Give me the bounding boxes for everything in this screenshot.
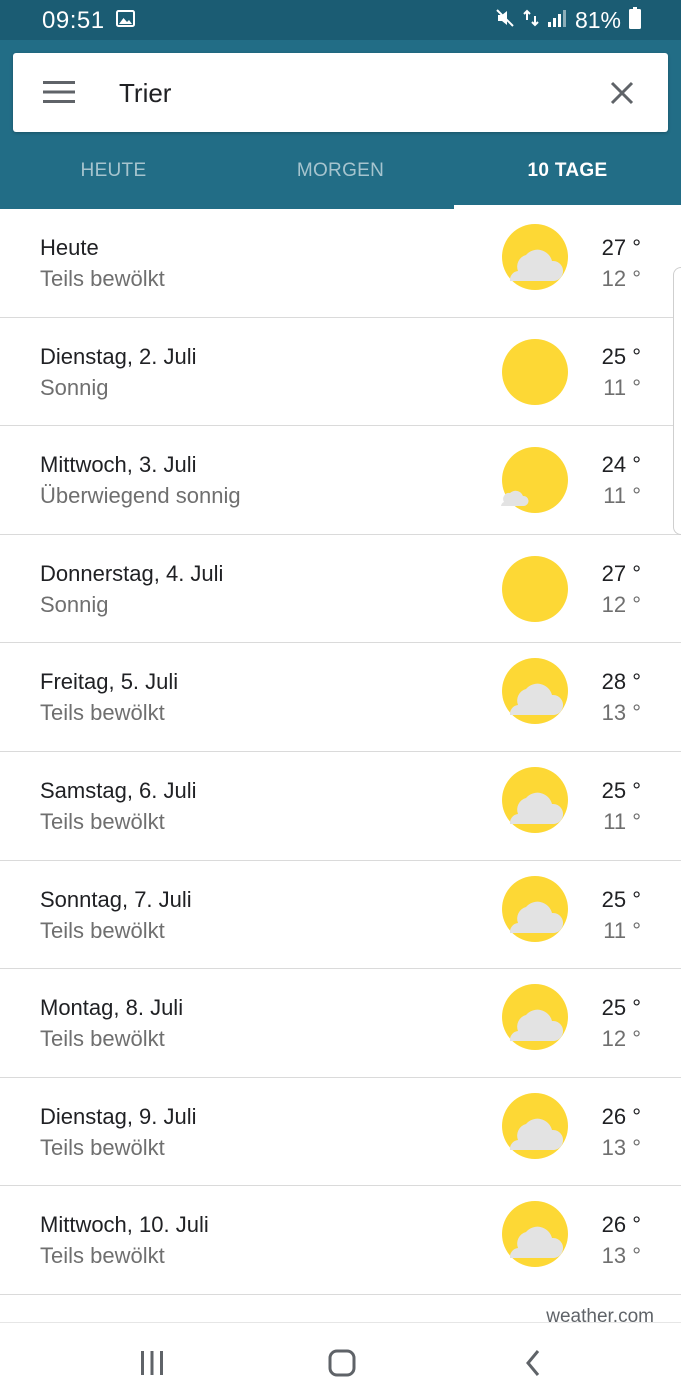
day-condition: Sonnig — [40, 591, 109, 617]
day-condition: Teils bewölkt — [40, 1026, 165, 1052]
temp-low: 11 ° — [603, 917, 641, 943]
temp-high: 25 ° — [601, 995, 641, 1021]
tab-10-tage[interactable]: 10 TAGE — [454, 132, 681, 209]
close-icon[interactable] — [610, 81, 634, 105]
mute-icon — [495, 8, 515, 33]
day-name: Donnerstag, 4. Juli — [40, 560, 224, 586]
day-condition: Teils bewölkt — [40, 1134, 165, 1160]
app-header: HEUTE MORGEN 10 TAGE — [0, 40, 681, 209]
forecast-row[interactable]: Mittwoch, 3. Juli Überwiegend sonnig 24 ° 1… — [0, 426, 681, 535]
search-bar — [13, 53, 668, 132]
partly-cloudy-icon — [494, 657, 574, 737]
tab-heute[interactable]: HEUTE — [0, 132, 227, 209]
temp-low: 13 ° — [601, 700, 641, 726]
forecast-row[interactable]: Dienstag, 2. Juli Sonnig 25 ° 11 ° — [0, 318, 681, 427]
day-condition: Teils bewölkt — [40, 1243, 165, 1269]
tab-morgen[interactable]: MORGEN — [227, 132, 454, 209]
forecast-row[interactable]: Samstag, 6. Juli Teils bewölkt 25 ° 11 ° — [0, 752, 681, 861]
partly-cloudy-icon — [494, 983, 574, 1063]
temp-low: 13 ° — [601, 1134, 641, 1160]
temp-high: 26 ° — [601, 1103, 641, 1129]
home-icon[interactable] — [324, 1345, 360, 1381]
partly-cloudy-icon — [494, 223, 574, 303]
temp-high: 27 ° — [601, 235, 641, 260]
day-name: Mittwoch, 3. Juli — [40, 452, 197, 478]
forecast-list: Heute Teils bewölkt 27 ° 12 ° Dienstag, 2. J… — [0, 209, 681, 1295]
day-name: Dienstag, 2. Juli — [40, 343, 197, 369]
signal-icon — [547, 8, 567, 33]
temp-high: 28 ° — [601, 669, 641, 695]
status-bar: 09:51 81% — [0, 0, 681, 40]
forecast-row[interactable]: Montag, 8. Juli Teils bewölkt 25 ° 12 ° — [0, 969, 681, 1078]
status-time: 09:51 — [42, 7, 105, 34]
recent-apps-icon[interactable] — [134, 1345, 170, 1381]
menu-icon[interactable] — [43, 80, 75, 104]
partly-cloudy-icon — [494, 766, 574, 846]
day-condition: Teils bewölkt — [40, 808, 165, 834]
scroll-indicator[interactable] — [673, 267, 681, 535]
status-icons: 81% — [495, 6, 641, 34]
temp-low: 13 ° — [601, 1243, 641, 1269]
temp-low: 12 ° — [601, 266, 641, 291]
temp-low: 11 ° — [603, 483, 641, 509]
day-name: Heute — [40, 235, 99, 260]
day-name: Freitag, 5. Juli — [40, 669, 179, 695]
tab-bar: HEUTE MORGEN 10 TAGE — [0, 132, 681, 209]
temp-low: 12 ° — [601, 1026, 641, 1052]
temp-high: 25 ° — [601, 343, 641, 369]
day-name: Dienstag, 9. Juli — [40, 1103, 197, 1129]
temp-high: 25 ° — [601, 886, 641, 912]
day-name: Mittwoch, 10. Juli — [40, 1212, 209, 1238]
day-condition: Teils bewölkt — [40, 700, 165, 726]
day-condition: Überwiegend sonnig — [40, 483, 241, 509]
battery-icon — [629, 6, 641, 34]
day-condition: Sonnig — [40, 374, 109, 400]
partly-cloudy-icon — [494, 1092, 574, 1172]
partly-cloudy-icon — [494, 875, 574, 955]
forecast-row[interactable]: Heute Teils bewölkt 27 ° 12 ° — [0, 209, 681, 318]
image-icon — [116, 10, 135, 27]
temp-high: 26 ° — [601, 1212, 641, 1238]
forecast-row[interactable]: Donnerstag, 4. Juli Sonnig 27 ° 12 ° — [0, 535, 681, 644]
navigation-bar — [0, 1322, 681, 1400]
temp-low: 12 ° — [601, 591, 641, 617]
sunny-icon — [494, 332, 574, 412]
search-input[interactable] — [119, 71, 579, 115]
forecast-row[interactable]: Sonntag, 7. Juli Teils bewölkt 25 ° 11 ° — [0, 861, 681, 970]
day-condition: Teils bewölkt — [40, 917, 165, 943]
temp-high: 27 ° — [601, 560, 641, 586]
sunny-icon — [494, 549, 574, 629]
mostly-sunny-icon — [494, 440, 574, 520]
temp-low: 11 ° — [603, 808, 641, 834]
battery-text: 81% — [574, 6, 621, 33]
day-name: Montag, 8. Juli — [40, 995, 184, 1021]
day-condition: Teils bewölkt — [40, 266, 165, 291]
forecast-row[interactable]: Mittwoch, 10. Juli Teils bewölkt 26 ° 13 ° — [0, 1186, 681, 1295]
partly-cloudy-icon — [494, 1200, 574, 1280]
temp-high: 24 ° — [601, 452, 641, 478]
day-name: Sonntag, 7. Juli — [40, 886, 192, 912]
data-arrows-icon — [523, 8, 539, 33]
forecast-row[interactable]: Freitag, 5. Juli Teils bewölkt 28 ° 13 ° — [0, 643, 681, 752]
temp-high: 25 ° — [601, 777, 641, 803]
forecast-row[interactable]: Dienstag, 9. Juli Teils bewölkt 26 ° 13 ° — [0, 1078, 681, 1187]
day-name: Samstag, 6. Juli — [40, 777, 197, 803]
back-icon[interactable] — [515, 1345, 551, 1381]
temp-low: 11 ° — [603, 374, 641, 400]
